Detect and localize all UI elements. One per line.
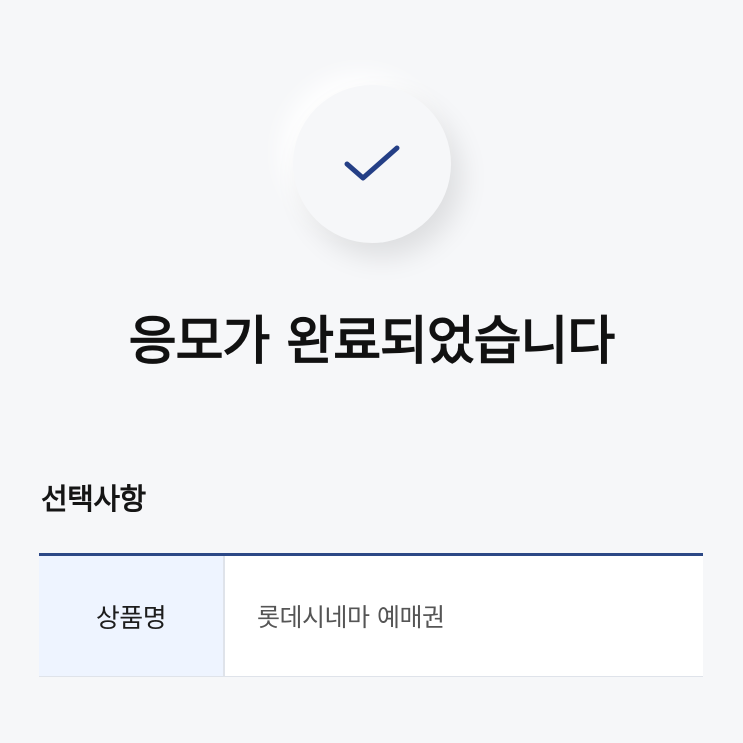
product-name-label: 상품명 [95,603,167,634]
success-check-badge [293,85,451,243]
selection-table: 상품명 롯데시네마 예매권 [39,553,703,677]
product-name-value: 롯데시네마 예매권 [257,603,445,632]
check-icon [344,145,400,181]
completion-title: 응모가 완료되었습니다 [128,312,616,372]
product-name-label-cell: 상품명 [39,556,225,676]
selection-section-title: 선택사항 [41,482,146,516]
product-name-value-cell: 롯데시네마 예매권 [225,556,703,676]
